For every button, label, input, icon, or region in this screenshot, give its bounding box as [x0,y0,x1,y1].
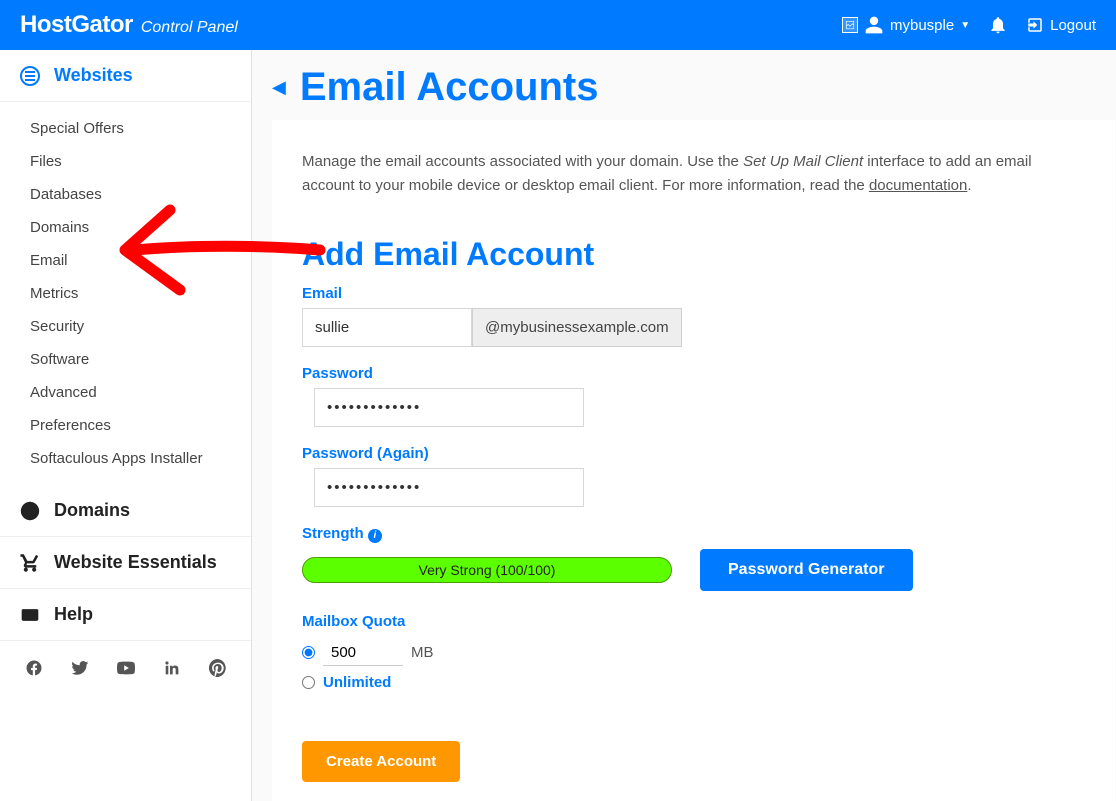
quota-field-group: Mailbox Quota MB Unlimited [302,613,1085,695]
create-account-button[interactable]: Create Account [302,741,460,782]
logout-link[interactable]: Logout [1026,16,1096,34]
pinterest-icon[interactable] [209,659,227,677]
sidebar-cat-label: Website Essentials [54,552,217,573]
quota-unlimited-label: Unlimited [323,674,391,691]
list-icon [20,66,40,86]
strength-label: Strength i [302,525,1085,543]
sidebar-item-email[interactable]: Email [0,244,251,277]
sidebar-item-advanced[interactable]: Advanced [0,376,251,409]
sidebar-item-files[interactable]: Files [0,145,251,178]
caret-down-icon: ▼ [960,20,970,31]
user-menu[interactable]: mybusple ▼ [842,15,970,35]
main-panel: Manage the email accounts associated wit… [272,120,1115,801]
email-domain-suffix: @mybusinessexample.com [472,308,682,347]
sidebar-cat-label: Websites [54,65,133,86]
password-field-group: Password [302,365,1085,427]
section-title: Add Email Account [302,236,1085,273]
sidebar-cat-label: Help [54,604,93,625]
header-branding: HostGator Control Panel [20,11,238,39]
brand-subtitle: Control Panel [141,19,238,37]
sidebar-cat-domains[interactable]: Domains [0,485,251,537]
quota-label: Mailbox Quota [302,613,1085,630]
sidebar-cat-essentials[interactable]: Website Essentials [0,537,251,589]
intro-text: Manage the email accounts associated wit… [302,150,1085,198]
page-title: Email Accounts [300,65,599,110]
top-header: HostGator Control Panel mybusple ▼ Logou… [0,0,1116,50]
sidebar-item-metrics[interactable]: Metrics [0,277,251,310]
sidebar-item-softaculous[interactable]: Softaculous Apps Installer [0,442,251,475]
email-label: Email [302,285,1085,302]
sidebar-cat-label: Domains [54,500,130,521]
sidebar-item-special-offers[interactable]: Special Offers [0,112,251,145]
sidebar-cat-help[interactable]: Help [0,589,251,641]
sidebar-item-databases[interactable]: Databases [0,178,251,211]
card-icon [20,605,40,625]
collapse-sidebar-icon[interactable]: ◀ [272,77,286,98]
sidebar-subitems: Special Offers Files Databases Domains E… [0,102,251,485]
brand-logo: HostGator [20,11,133,39]
user-icon [864,15,884,35]
quota-unit-label: MB [411,644,434,661]
facebook-icon[interactable] [25,659,43,677]
header-actions: mybusple ▼ Logout [842,15,1096,35]
cart-icon [20,553,40,573]
password-again-label: Password (Again) [302,445,1085,462]
sidebar-item-software[interactable]: Software [0,343,251,376]
quota-value-input[interactable] [323,640,403,666]
email-local-input[interactable] [302,308,472,347]
sidebar-item-preferences[interactable]: Preferences [0,409,251,442]
password-again-field-group: Password (Again) [302,445,1085,507]
content-area: ◀ Email Accounts Manage the email accoun… [252,50,1116,801]
sidebar-cat-websites[interactable]: Websites [0,50,251,102]
broken-image-icon [842,17,858,33]
password-label: Password [302,365,1085,382]
info-icon[interactable]: i [368,529,382,543]
documentation-link[interactable]: documentation [869,177,967,194]
password-again-input[interactable] [314,468,584,507]
strength-field-group: Strength i Very Strong (100/100) Passwor… [302,525,1085,591]
strength-meter: Very Strong (100/100) [302,557,672,583]
password-generator-button[interactable]: Password Generator [700,549,913,591]
quota-fixed-radio[interactable] [302,646,315,659]
logout-icon [1026,16,1044,34]
youtube-icon[interactable] [117,659,135,677]
linkedin-icon[interactable] [163,659,181,677]
sidebar: Websites Special Offers Files Databases … [0,50,252,801]
sidebar-item-domains[interactable]: Domains [0,211,251,244]
social-row [0,641,251,695]
email-field-group: Email @mybusinessexample.com [302,285,1085,347]
globe-icon [20,501,40,521]
logout-label: Logout [1050,17,1096,34]
username-label: mybusple [890,17,954,34]
twitter-icon[interactable] [71,659,89,677]
bell-icon[interactable] [988,15,1008,35]
password-input[interactable] [314,388,584,427]
quota-unlimited-radio[interactable] [302,676,315,689]
sidebar-item-security[interactable]: Security [0,310,251,343]
